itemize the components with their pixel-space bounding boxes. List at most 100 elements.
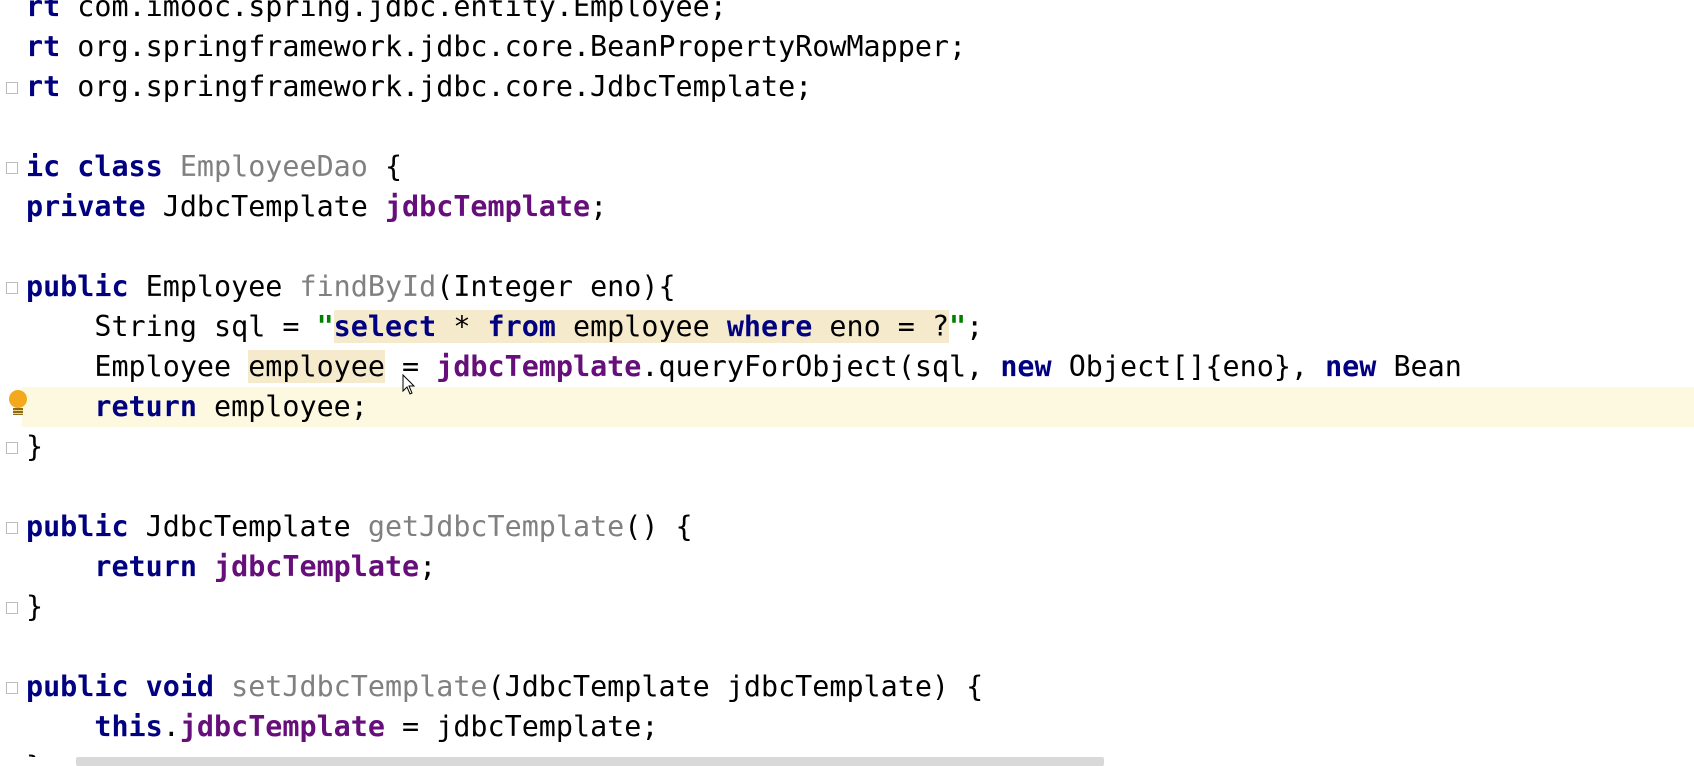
code-line-text: rt org.springframework.jdbc.core.JdbcTem…	[26, 67, 812, 107]
code-token: .queryForObject(sql,	[641, 350, 1001, 383]
code-token: ;	[966, 310, 984, 343]
code-token: rt	[26, 70, 61, 103]
code-line[interactable]: public void setJdbcTemplate(JdbcTemplate…	[26, 667, 1694, 707]
code-token: JdbcTemplate	[128, 510, 368, 543]
code-line-text: return jdbcTemplate;	[26, 547, 436, 587]
fold-marker-icon[interactable]	[6, 682, 18, 694]
fold-marker-icon[interactable]	[6, 442, 18, 454]
code-token: Employee	[26, 350, 249, 383]
code-line[interactable]: Employee employee = jdbcTemplate.queryFo…	[26, 347, 1694, 387]
code-line-text: this.jdbcTemplate = jdbcTemplate;	[26, 707, 658, 747]
code-line[interactable]: }	[26, 587, 1694, 627]
code-token: Employee	[128, 270, 300, 303]
code-token: this	[94, 710, 163, 743]
code-line[interactable]	[26, 467, 1694, 507]
code-token: employee	[555, 310, 727, 343]
code-line[interactable]	[26, 107, 1694, 147]
code-line[interactable]	[26, 227, 1694, 267]
lightbulb-base	[13, 408, 23, 415]
fold-marker-icon[interactable]	[6, 282, 18, 294]
code-token: }	[26, 590, 44, 623]
code-editor[interactable]: rt com.imooc.spring.jdbc.entity.Employee…	[0, 0, 1694, 766]
code-token: com.imooc.spring.jdbc.entity.Employee;	[60, 0, 727, 23]
code-line[interactable]: ic class EmployeeDao {	[26, 147, 1694, 187]
code-token: Bean	[1376, 350, 1462, 383]
code-line-text: }	[26, 587, 43, 627]
code-token: new	[1325, 350, 1377, 383]
code-token: return	[94, 550, 197, 583]
code-token: jdbcTemplate	[179, 710, 385, 743]
fold-marker-icon[interactable]	[6, 162, 18, 174]
code-token: *	[436, 310, 488, 343]
code-token: .	[162, 710, 180, 743]
code-token: private	[26, 190, 146, 223]
code-token: jdbcTemplate	[384, 190, 591, 223]
lightbulb-icon[interactable]	[9, 390, 27, 416]
mouse-cursor-icon	[402, 374, 416, 395]
code-line[interactable]: private JdbcTemplate jdbcTemplate;	[26, 187, 1694, 227]
code-token: eno = ?	[812, 310, 950, 343]
code-line-text: return employee;	[26, 387, 368, 427]
code-token: = jdbcTemplate;	[384, 710, 659, 743]
code-token: org.springframework.jdbc.core.JdbcTempla…	[60, 70, 813, 103]
code-line-text: public JdbcTemplate getJdbcTemplate() {	[26, 507, 693, 547]
code-token: getJdbcTemplate	[367, 510, 625, 543]
code-line-text: public Employee findById(Integer eno){	[26, 267, 676, 307]
code-line[interactable]: return employee;	[0, 387, 1694, 427]
code-line[interactable]: }	[26, 427, 1694, 467]
code-line[interactable]: public JdbcTemplate getJdbcTemplate() {	[26, 507, 1694, 547]
code-token: where	[726, 310, 813, 343]
code-token: employee	[248, 350, 385, 383]
code-token: (JdbcTemplate jdbcTemplate) {	[487, 670, 984, 703]
fold-marker-icon[interactable]	[6, 522, 18, 534]
code-token: "	[949, 310, 967, 343]
code-line[interactable]: public Employee findById(Integer eno){	[26, 267, 1694, 307]
code-token: {	[367, 150, 403, 183]
code-line[interactable]: rt org.springframework.jdbc.core.JdbcTem…	[26, 67, 1694, 107]
lightbulb-glass	[9, 390, 27, 408]
code-token: org.springframework.jdbc.core.BeanProper…	[60, 30, 967, 63]
code-token: select	[333, 310, 437, 343]
code-token: from	[487, 310, 556, 343]
code-line[interactable]: rt org.springframework.jdbc.core.BeanPro…	[26, 27, 1694, 67]
code-line[interactable]: String sql = "select * from employee whe…	[26, 307, 1694, 347]
code-line-text: rt com.imooc.spring.jdbc.entity.Employee…	[26, 0, 727, 27]
code-line[interactable]	[26, 627, 1694, 667]
fold-marker-icon[interactable]	[6, 602, 18, 614]
code-line[interactable]: return jdbcTemplate;	[26, 547, 1694, 587]
code-token: Object[]{eno},	[1051, 350, 1326, 383]
code-token: ic class	[26, 150, 163, 183]
fold-marker-icon[interactable]	[6, 82, 18, 94]
code-token: }	[26, 430, 44, 463]
code-token: setJdbcTemplate	[231, 670, 488, 703]
code-line[interactable]: rt com.imooc.spring.jdbc.entity.Employee…	[26, 0, 1694, 27]
code-token: "	[316, 310, 334, 343]
code-token: jdbcTemplate	[436, 350, 642, 383]
code-line-text: ic class EmployeeDao {	[26, 147, 402, 187]
editor-gutter	[0, 0, 22, 766]
code-line-text: public void setJdbcTemplate(JdbcTemplate…	[26, 667, 983, 707]
code-token: JdbcTemplate	[145, 190, 385, 223]
code-token: String sql =	[26, 310, 317, 343]
code-token: rt	[26, 30, 61, 63]
code-token: rt	[26, 0, 61, 23]
code-area[interactable]: rt com.imooc.spring.jdbc.entity.Employee…	[0, 0, 1694, 766]
code-line[interactable]: this.jdbcTemplate = jdbcTemplate;	[26, 707, 1694, 747]
horizontal-scrollbar-thumb[interactable]	[76, 757, 1104, 766]
code-token: findById	[299, 270, 437, 303]
code-token: employee;	[196, 390, 368, 423]
code-line-text: private JdbcTemplate jdbcTemplate;	[26, 187, 607, 227]
code-line-text: }	[26, 427, 43, 467]
code-token: jdbcTemplate	[214, 550, 420, 583]
code-token: EmployeeDao	[179, 150, 368, 183]
code-token: () {	[624, 510, 693, 543]
code-token: public	[26, 510, 129, 543]
code-token: ;	[419, 550, 437, 583]
code-line-text: String sql = "select * from employee whe…	[26, 307, 983, 347]
code-token: ;	[590, 190, 608, 223]
code-token: (Integer eno){	[436, 270, 676, 303]
code-line-text: Employee employee = jdbcTemplate.queryFo…	[26, 347, 1462, 387]
